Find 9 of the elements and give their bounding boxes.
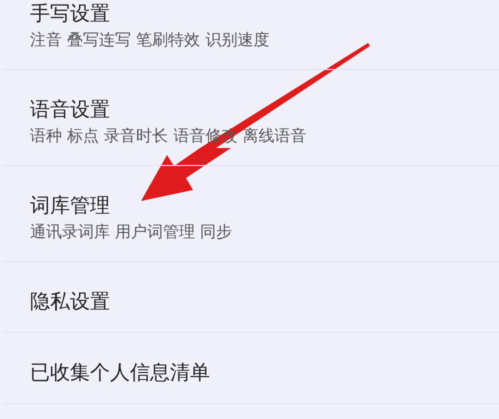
item-description: 注音 叠写连写 笔刷特效 识别速度 — [30, 29, 270, 51]
item-title: 手写设置 — [30, 0, 111, 26]
item-title: 词库管理 — [30, 192, 111, 218]
settings-item[interactable]: 隐私设置 — [3, 262, 499, 333]
item-title: 隐私设置 — [30, 288, 111, 314]
settings-item[interactable]: 已收集个人信息清单 — [3, 333, 499, 404]
item-title: 语音设置 — [30, 96, 111, 122]
item-description: 通讯录词库 用户词管理 同步 — [30, 221, 234, 243]
item-title: 已收集个人信息清单 — [30, 359, 211, 385]
